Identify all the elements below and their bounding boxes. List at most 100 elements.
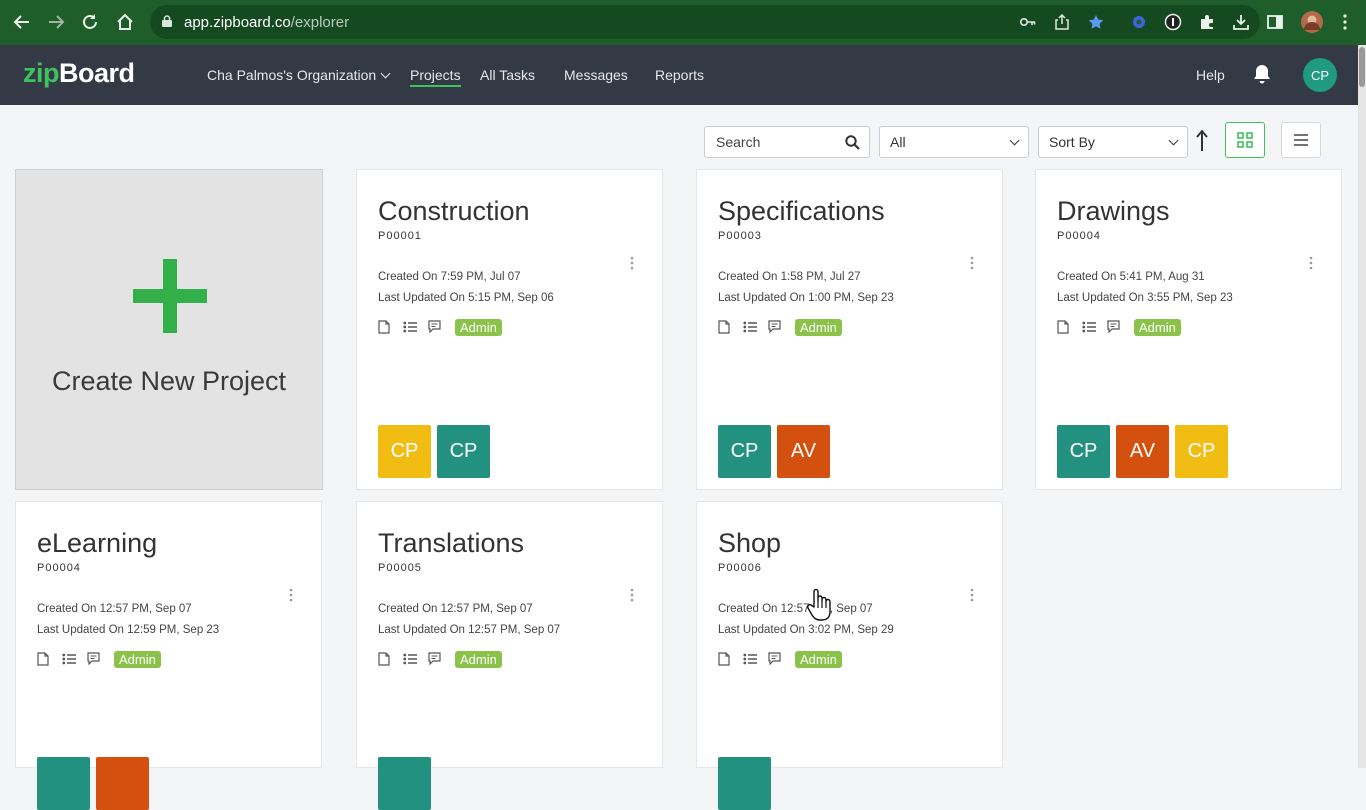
project-actions: Admin xyxy=(378,650,502,668)
org-label: Cha Palmos's Organization xyxy=(207,67,377,83)
project-id: P00004 xyxy=(1057,230,1101,242)
chevron-down-icon xyxy=(1168,135,1179,146)
project-members: CP AV xyxy=(718,425,836,478)
home-icon[interactable] xyxy=(114,11,136,33)
task-list-icon[interactable] xyxy=(403,652,417,666)
bookmark-star-icon[interactable] xyxy=(1086,12,1106,32)
kebab-menu-icon[interactable] xyxy=(288,588,294,602)
share-icon[interactable] xyxy=(1052,12,1072,32)
user-avatar[interactable]: CP xyxy=(1303,58,1337,92)
project-members xyxy=(37,757,155,810)
comment-icon[interactable] xyxy=(768,652,782,666)
org-dropdown[interactable]: Cha Palmos's Organization xyxy=(207,67,391,83)
search-icon[interactable] xyxy=(845,135,860,150)
extension-gear-icon[interactable] xyxy=(1129,12,1149,32)
project-card[interactable]: Translations P00005 Created On 12:57 PM,… xyxy=(356,501,663,810)
lock-icon xyxy=(162,14,172,30)
kebab-menu-icon[interactable] xyxy=(629,256,635,270)
project-search xyxy=(704,126,870,158)
sort-select[interactable]: Sort By xyxy=(1038,126,1188,158)
comment-icon[interactable] xyxy=(428,320,442,334)
project-title[interactable]: eLearning xyxy=(37,528,157,559)
reload-icon[interactable] xyxy=(79,11,101,33)
document-icon[interactable] xyxy=(718,652,732,666)
profile-avatar-icon[interactable] xyxy=(1300,10,1324,34)
member-avatar[interactable]: CP xyxy=(1175,425,1228,478)
comment-icon[interactable] xyxy=(428,652,442,666)
kebab-menu-icon[interactable] xyxy=(969,588,975,602)
url-host: app.zipboard.co xyxy=(184,13,291,31)
member-avatar[interactable] xyxy=(96,757,149,810)
project-card[interactable]: eLearning P00004 Created On 12:57 PM, Se… xyxy=(15,501,322,810)
help-link[interactable]: Help xyxy=(1196,67,1225,83)
member-avatar[interactable] xyxy=(378,757,431,810)
kebab-menu-icon[interactable] xyxy=(1308,256,1314,270)
member-avatar[interactable]: CP xyxy=(718,425,771,478)
notification-bell-icon[interactable] xyxy=(1253,64,1271,84)
project-title[interactable]: Drawings xyxy=(1057,196,1170,227)
project-card[interactable]: Drawings P00004 Created On 5:41 PM, Aug … xyxy=(1035,169,1342,490)
nav-projects[interactable]: Projects xyxy=(410,67,461,87)
download-icon[interactable] xyxy=(1231,12,1251,32)
member-avatar[interactable] xyxy=(37,757,90,810)
member-avatar[interactable]: CP xyxy=(1057,425,1110,478)
task-list-icon[interactable] xyxy=(743,652,757,666)
forward-arrow-icon[interactable] xyxy=(45,11,67,33)
task-list-icon[interactable] xyxy=(62,652,76,666)
project-actions: Admin xyxy=(1057,318,1181,336)
project-updated-date: Last Updated On 1:00 PM, Sep 23 xyxy=(718,292,894,304)
chevron-down-icon xyxy=(380,68,391,79)
zipboard-logo[interactable]: zipBoard xyxy=(23,58,135,89)
member-avatar[interactable]: CP xyxy=(437,425,490,478)
project-members: CP AV CP xyxy=(1057,425,1234,478)
task-list-icon[interactable] xyxy=(743,320,757,334)
comment-icon[interactable] xyxy=(87,652,101,666)
filter-select[interactable]: All xyxy=(879,126,1029,158)
project-title[interactable]: Construction xyxy=(378,196,530,227)
list-view-button[interactable] xyxy=(1281,122,1321,158)
project-id: P00005 xyxy=(378,562,422,574)
member-avatar[interactable]: AV xyxy=(777,425,830,478)
project-actions: Admin xyxy=(718,318,842,336)
document-icon[interactable] xyxy=(37,652,51,666)
document-icon[interactable] xyxy=(718,320,732,334)
project-title[interactable]: Specifications xyxy=(718,196,885,227)
comment-icon[interactable] xyxy=(768,320,782,334)
page-scrollbar[interactable] xyxy=(1358,45,1366,768)
kebab-menu-icon[interactable] xyxy=(629,588,635,602)
sort-direction-icon[interactable] xyxy=(1194,129,1210,153)
nav-all-tasks[interactable]: All Tasks xyxy=(480,67,535,83)
project-title[interactable]: Translations xyxy=(378,528,524,559)
member-avatar[interactable]: AV xyxy=(1116,425,1169,478)
nav-reports[interactable]: Reports xyxy=(655,67,704,83)
password-extension-icon[interactable] xyxy=(1163,12,1183,32)
member-avatar[interactable] xyxy=(718,757,771,810)
document-icon[interactable] xyxy=(378,652,392,666)
nav-messages[interactable]: Messages xyxy=(564,67,628,83)
task-list-icon[interactable] xyxy=(403,320,417,334)
create-project-card[interactable]: Create New Project xyxy=(15,169,323,490)
role-badge: Admin xyxy=(795,318,842,336)
project-card[interactable]: Specifications P00003 Created On 1:58 PM… xyxy=(696,169,1003,490)
project-card[interactable]: Shop P00006 Created On 12:57 PM, Sep 07 … xyxy=(696,501,1003,810)
member-avatar[interactable]: CP xyxy=(378,425,431,478)
back-arrow-icon[interactable] xyxy=(11,11,33,33)
document-icon[interactable] xyxy=(378,320,392,334)
task-list-icon[interactable] xyxy=(1082,320,1096,334)
sidepanel-icon[interactable] xyxy=(1265,12,1285,32)
kebab-menu-icon[interactable] xyxy=(969,256,975,270)
puzzle-extensions-icon[interactable] xyxy=(1197,12,1217,32)
browser-menu-icon[interactable] xyxy=(1335,12,1355,32)
grid-view-button[interactable] xyxy=(1225,122,1265,158)
project-title[interactable]: Shop xyxy=(718,528,781,559)
scrollbar-thumb[interactable] xyxy=(1359,47,1365,87)
chevron-down-icon xyxy=(1009,135,1020,146)
comment-icon[interactable] xyxy=(1107,320,1121,334)
document-icon[interactable] xyxy=(1057,320,1071,334)
project-members xyxy=(378,757,437,810)
key-icon[interactable] xyxy=(1018,12,1038,32)
project-updated-date: Last Updated On 3:55 PM, Sep 23 xyxy=(1057,292,1233,304)
search-input[interactable] xyxy=(705,127,835,157)
role-badge: Admin xyxy=(1134,318,1181,336)
project-card[interactable]: Construction P00001 Created On 7:59 PM, … xyxy=(356,169,663,490)
